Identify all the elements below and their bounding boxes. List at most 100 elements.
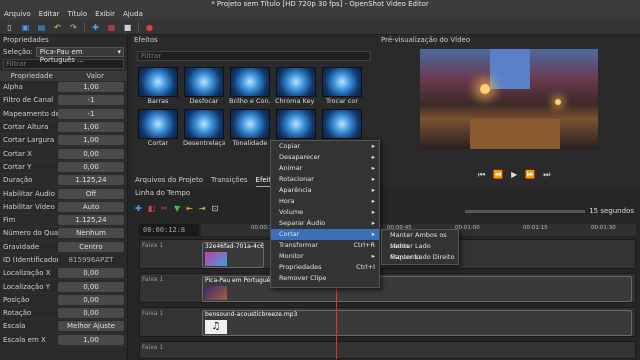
property-row[interactable]: Duração 1.125,24 bbox=[0, 174, 127, 188]
effect-item[interactable]: Desfocar bbox=[183, 67, 225, 107]
property-row[interactable]: Escala Melhor Ajuste bbox=[0, 320, 127, 334]
import-icon[interactable]: ✚ bbox=[90, 22, 101, 33]
property-row[interactable]: Posição 0,00 bbox=[0, 294, 127, 308]
undo-icon[interactable]: ↶ bbox=[52, 22, 63, 33]
property-value[interactable]: Off bbox=[58, 188, 124, 199]
property-row[interactable]: Localização Y 0,00 bbox=[0, 280, 127, 294]
zoom-slider[interactable] bbox=[465, 209, 586, 213]
property-value[interactable]: 0,00 bbox=[58, 281, 124, 292]
fullscreen-icon[interactable]: ■ bbox=[122, 22, 133, 33]
property-row[interactable]: Cortar Altura 1,00 bbox=[0, 121, 127, 135]
property-row[interactable]: Escala em X 1,00 bbox=[0, 334, 127, 347]
track-2[interactable]: Faixa 1 Pica-Pau em Português ... crianç… bbox=[139, 273, 636, 303]
profile-icon[interactable]: ▦ bbox=[106, 22, 117, 33]
clip-video[interactable]: Pica-Pau em Português ... crianças.mp4 bbox=[202, 276, 632, 302]
menu-arquivo[interactable]: Arquivo bbox=[4, 9, 31, 20]
property-value[interactable]: 1.125,24 bbox=[58, 175, 124, 186]
effect-item[interactable]: Trocar cor bbox=[321, 67, 363, 107]
selection-dropdown[interactable]: Pica-Pau em Português ... ▾ bbox=[35, 46, 124, 64]
rewind-icon[interactable]: ⏪ bbox=[493, 170, 503, 180]
property-row[interactable]: Número do QuadroNenhum bbox=[0, 227, 127, 241]
property-value[interactable]: 1.125,24 bbox=[58, 215, 124, 226]
menu-exibir[interactable]: Exibir bbox=[95, 9, 115, 20]
context-menu-item[interactable]: Desaparecer ▸ bbox=[271, 152, 379, 163]
clip-audio[interactable]: bensound-acousticbreeze.mp3 ♫ bbox=[202, 310, 632, 336]
property-row[interactable]: Mapeamento de ...-1 bbox=[0, 108, 127, 121]
jump-end-icon[interactable]: ⏭ bbox=[543, 170, 550, 180]
add-marker-icon[interactable]: ▼ bbox=[174, 204, 180, 213]
property-value[interactable]: -1 bbox=[58, 108, 124, 119]
effects-filter-input[interactable]: Filtrar bbox=[137, 51, 371, 61]
center-playhead-icon[interactable]: ⊡ bbox=[212, 204, 219, 213]
previous-marker-icon[interactable]: ⇤ bbox=[186, 204, 193, 213]
context-menu-item[interactable]: Separar Áudio ▸ bbox=[271, 218, 379, 229]
property-row[interactable]: Cortar Y 0,00 bbox=[0, 161, 127, 175]
menu-ajuda[interactable]: Ajuda bbox=[123, 9, 143, 20]
context-menu-item[interactable]: Animar ▸ bbox=[271, 163, 379, 174]
property-value[interactable]: 0,00 bbox=[58, 161, 124, 172]
razor-icon[interactable]: ✂ bbox=[161, 204, 168, 213]
property-row[interactable]: Filtro de Canal -1 bbox=[0, 94, 127, 108]
property-value[interactable]: Auto bbox=[58, 201, 124, 212]
fast-forward-icon[interactable]: ⏩ bbox=[525, 170, 535, 180]
property-row[interactable]: Gravidade Centro bbox=[0, 241, 127, 254]
clip-title[interactable]: 32e46fad-701a-4c67-... bbox=[202, 242, 264, 268]
menu-editar[interactable]: Editar bbox=[39, 9, 60, 20]
track-4[interactable]: Faixa 1 bbox=[139, 341, 636, 359]
context-menu-item[interactable]: Remover Clipe bbox=[271, 273, 379, 284]
menu-titulo[interactable]: Título bbox=[68, 9, 88, 20]
effect-item[interactable]: Tonalidade bbox=[229, 109, 271, 149]
context-menu-item[interactable]: Aparência ▸ bbox=[271, 185, 379, 196]
property-row[interactable]: Habilitar Áudio Off bbox=[0, 187, 127, 201]
export-video-icon[interactable]: ● bbox=[144, 22, 155, 33]
property-value[interactable]: 0,00 bbox=[58, 268, 124, 279]
property-value[interactable]: Centro bbox=[58, 241, 124, 252]
context-menu-item[interactable]: Propriedades Ctrl+I bbox=[271, 262, 379, 273]
effect-item[interactable]: Desentrelaçar bbox=[183, 109, 225, 149]
property-value[interactable]: Melhor Ajuste bbox=[58, 321, 124, 332]
play-icon[interactable]: ▶ bbox=[511, 170, 517, 180]
property-row[interactable]: Cortar Largura 1,00 bbox=[0, 134, 127, 148]
jump-start-icon[interactable]: ⏮ bbox=[478, 170, 485, 180]
property-value[interactable]: 0,00 bbox=[58, 308, 124, 319]
context-menu-item[interactable]: Rotacionar ▸ bbox=[271, 174, 379, 185]
property-row[interactable]: Cortar X 0,00 bbox=[0, 147, 127, 161]
new-file-icon[interactable]: ▯ bbox=[4, 22, 15, 33]
submenu-item[interactable]: Manter Lado Esquerdo bbox=[382, 241, 458, 261]
property-value[interactable]: 1,00 bbox=[58, 82, 124, 93]
property-row[interactable]: Localização X 0,00 bbox=[0, 267, 127, 281]
open-folder-icon[interactable]: ▣ bbox=[20, 22, 31, 33]
effect-item[interactable]: Chroma Key ... bbox=[275, 67, 317, 107]
submenu-item[interactable]: Manter Lado Direito bbox=[382, 252, 458, 263]
tab-transitions[interactable]: Transições bbox=[211, 176, 248, 187]
property-value[interactable]: 0,00 bbox=[58, 294, 124, 305]
property-row[interactable]: ID (Identificador) 815996APZT bbox=[0, 254, 127, 268]
snap-icon[interactable]: ◧ bbox=[148, 204, 156, 213]
track-3[interactable]: Faixa 1 bensound-acousticbreeze.mp3 ♫ bbox=[139, 307, 636, 337]
property-value[interactable]: -1 bbox=[58, 95, 124, 106]
context-menu-item[interactable]: Monitor ▸ bbox=[271, 251, 379, 262]
property-value[interactable]: 1,00 bbox=[58, 334, 124, 345]
context-menu-item[interactable]: Cortar ▸ bbox=[271, 229, 379, 240]
property-row[interactable]: Alpha 1,00 bbox=[0, 81, 127, 95]
property-value[interactable]: 1,00 bbox=[58, 122, 124, 133]
property-value[interactable]: 0,00 bbox=[58, 148, 124, 159]
tab-project-files[interactable]: Arquivos do Projeto bbox=[135, 176, 203, 187]
effect-item[interactable]: Barras bbox=[137, 67, 179, 107]
save-icon[interactable]: ▤ bbox=[36, 22, 47, 33]
property-row[interactable]: Fim 1.125,24 bbox=[0, 214, 127, 228]
property-value[interactable]: 815996APZT bbox=[58, 255, 124, 265]
property-row[interactable]: Habilitar Vídeo Auto bbox=[0, 201, 127, 214]
context-menu-item[interactable]: Hora ▸ bbox=[271, 196, 379, 207]
context-menu-item[interactable]: Volume ▸ bbox=[271, 207, 379, 218]
effect-item[interactable]: Cortar bbox=[137, 109, 179, 149]
context-menu-item[interactable]: Copiar ▸ bbox=[271, 141, 379, 152]
effect-item[interactable]: Brilho e Con... bbox=[229, 67, 271, 107]
property-row[interactable]: Rotação 0,00 bbox=[0, 307, 127, 321]
add-track-icon[interactable]: ✚ bbox=[135, 204, 142, 213]
property-value[interactable]: Nenhum bbox=[58, 228, 124, 239]
redo-icon[interactable]: ↷ bbox=[68, 22, 79, 33]
next-marker-icon[interactable]: ⇥ bbox=[199, 204, 206, 213]
context-menu-item[interactable]: Transformar Ctrl+R bbox=[271, 240, 379, 251]
property-value[interactable]: 1,00 bbox=[58, 135, 124, 146]
